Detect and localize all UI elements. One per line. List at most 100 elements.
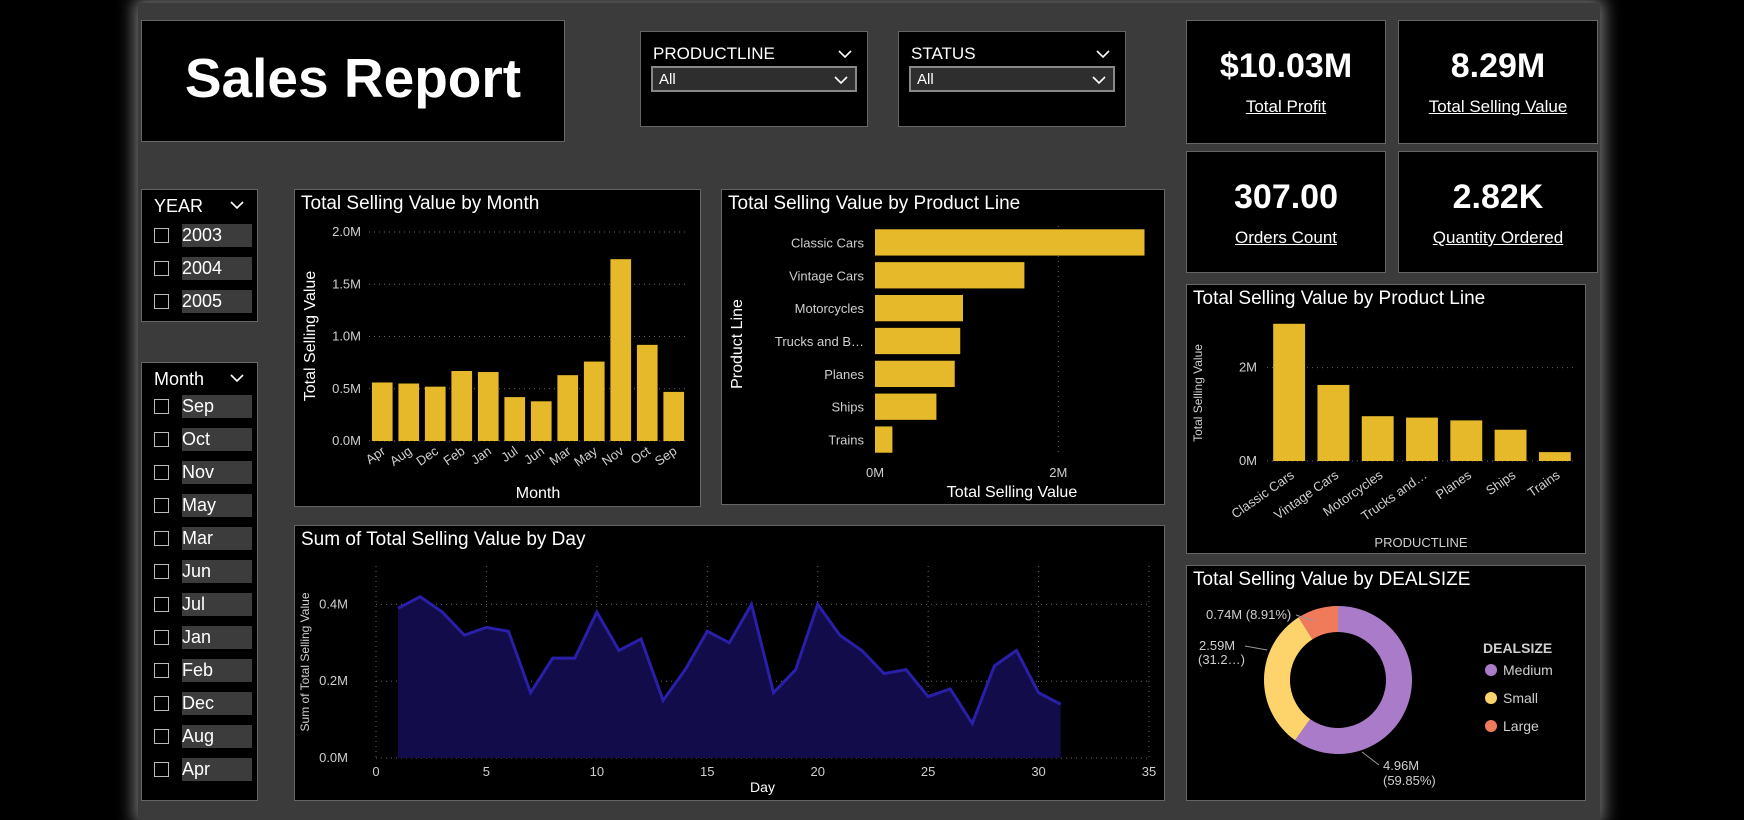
x-tick-label: 5 <box>483 764 490 779</box>
productline-dropdown[interactable]: All <box>651 66 857 92</box>
y-tick-label: 2M <box>1239 360 1257 375</box>
bar <box>636 344 658 441</box>
kpi-value: $10.03M <box>1219 47 1353 85</box>
y-tick-label: Classic Cars <box>791 235 864 250</box>
y-tick-label: 0.4M <box>319 596 348 611</box>
year-slicer-checkbox[interactable] <box>154 228 169 243</box>
data-label: 0.74M (8.91%) <box>1206 607 1291 622</box>
legend-label: Medium <box>1503 662 1553 678</box>
y-tick-label: 1.5M <box>332 276 361 291</box>
bar <box>583 361 605 441</box>
chart-selling-by-day: Sum of Total Selling Value by Day 0.0M 0.… <box>294 525 1165 801</box>
year-slicer-checkbox[interactable] <box>154 261 169 276</box>
x-tick-label: Feb <box>441 443 468 468</box>
bar <box>1538 452 1571 461</box>
data-label: 2.59M <box>1199 638 1235 653</box>
bar <box>1273 323 1306 461</box>
kpi-caption[interactable]: Quantity Ordered <box>1399 228 1597 248</box>
month-slicer-checkbox[interactable] <box>154 630 169 645</box>
y-tick-label: Vintage Cars <box>789 268 864 283</box>
bar <box>875 426 893 453</box>
month-slicer-checkbox[interactable] <box>154 465 169 480</box>
kpi-total-selling-value: 8.29M Total Selling Value <box>1398 20 1598 144</box>
legend-marker <box>1485 692 1497 704</box>
donut-slice <box>1264 617 1313 741</box>
y-tick-label: 1.0M <box>332 329 361 344</box>
y-tick-label: Trains <box>828 433 864 448</box>
legend-label: Small <box>1503 690 1538 706</box>
bar <box>663 391 685 441</box>
month-slicer-checkbox[interactable] <box>154 729 169 744</box>
x-tick-label: 20 <box>810 764 824 779</box>
month-slicer-label: Mar <box>182 527 252 550</box>
bar <box>875 393 937 420</box>
year-slicer-label: 2005 <box>182 290 252 313</box>
kpi-total-profit: $10.03M Total Profit <box>1186 20 1386 144</box>
y-axis-title: Sum of Total Selling Value <box>298 592 312 731</box>
bar <box>875 229 1145 256</box>
month-slicer-checkbox[interactable] <box>154 597 169 612</box>
day-area-svg: 0.0M 0.2M 0.4M 0 5 10 15 20 25 30 35 Day Sum of Tota… <box>298 566 1156 795</box>
page-title: Sales Report <box>184 47 522 109</box>
bar <box>451 370 473 441</box>
year-slicer-checkbox[interactable] <box>154 294 169 309</box>
bar <box>371 382 393 441</box>
x-axis-title: PRODUCTLINE <box>1374 535 1468 550</box>
month-chart-svg: 0.0M 0.5M 1.0M 1.5M 2.0M AprAugDec Feb Jan Jul Ju… <box>302 224 687 502</box>
month-slicer-checkbox[interactable] <box>154 564 169 579</box>
x-tick-label: Mar <box>547 443 574 469</box>
leader-line <box>1361 751 1380 766</box>
month-slicer-label: Jun <box>182 560 252 583</box>
y-axis-title: Total Selling Value <box>1191 344 1205 442</box>
x-tick-label: Trains <box>1525 467 1563 500</box>
x-tick-label: 2M <box>1049 465 1067 480</box>
chevron-down-icon[interactable] <box>837 48 853 60</box>
kpi-caption[interactable]: Total Profit <box>1187 97 1385 117</box>
x-tick-label: Planes <box>1433 467 1475 502</box>
x-tick-label: Aug <box>387 443 415 469</box>
x-tick-label: 10 <box>590 764 604 779</box>
x-tick-label: May <box>571 443 600 470</box>
month-slicer-checkbox[interactable] <box>154 432 169 447</box>
year-slicer-title: YEAR <box>154 196 204 216</box>
month-slicer-checkbox[interactable] <box>154 663 169 678</box>
month-slicer-checkbox[interactable] <box>154 531 169 546</box>
y-tick-label: Ships <box>831 400 864 415</box>
legend-title: DEALSIZE <box>1483 640 1552 656</box>
productline-hbar-svg: 0M 2M Classic Cars Vintage Cars Motorcycles T… <box>729 226 1145 501</box>
chart-selling-by-productline-vertical: Total Selling Value by Product Line 0M 2M… <box>1186 284 1586 554</box>
y-tick-label: 0.2M <box>319 673 348 688</box>
x-tick-label: Jul <box>498 443 520 465</box>
month-slicer-checkbox[interactable] <box>154 762 169 777</box>
legend-marker <box>1485 664 1497 676</box>
kpi-caption[interactable]: Total Selling Value <box>1399 97 1597 117</box>
month-slicer-label: Feb <box>182 659 252 682</box>
productline-filter[interactable]: PRODUCTLINE All <box>640 31 868 127</box>
status-dropdown[interactable]: All <box>909 66 1115 92</box>
month-slicer-checkbox[interactable] <box>154 399 169 414</box>
y-axis-title: Total Selling Value <box>302 271 319 402</box>
x-tick-label: Ships <box>1483 467 1519 498</box>
kpi-value: 2.82K <box>1452 178 1544 216</box>
data-label: (31.2…) <box>1198 652 1245 667</box>
month-slicer-label: Jul <box>182 593 252 616</box>
kpi-caption[interactable]: Orders Count <box>1187 228 1385 248</box>
chevron-down-icon <box>1092 76 1106 85</box>
x-tick-label: Oct <box>628 443 653 467</box>
month-slicer-label: Apr <box>182 758 252 781</box>
chevron-down-icon[interactable] <box>1095 48 1111 60</box>
month-slicer-checkbox[interactable] <box>154 498 169 513</box>
chevron-down-icon[interactable] <box>229 199 245 211</box>
y-tick-label: 0.5M <box>332 381 361 396</box>
chevron-down-icon[interactable] <box>229 372 245 384</box>
y-tick-label: 0.0M <box>319 750 348 765</box>
status-filter[interactable]: STATUS All <box>898 31 1126 127</box>
y-tick-label: 0.0M <box>332 433 361 448</box>
x-tick-label: 30 <box>1031 764 1045 779</box>
x-tick-label: Dec <box>413 443 441 469</box>
month-slicer-checkbox[interactable] <box>154 696 169 711</box>
kpi-orders-count: 307.00 Orders Count <box>1186 151 1386 273</box>
chevron-down-icon <box>834 76 848 85</box>
x-tick-label: 15 <box>700 764 714 779</box>
bar <box>557 375 579 441</box>
